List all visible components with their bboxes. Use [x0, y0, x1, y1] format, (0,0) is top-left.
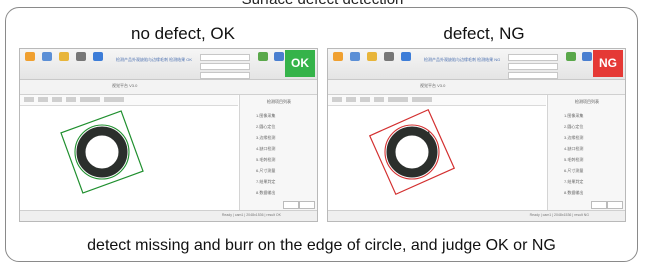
side-item[interactable]: 6.尺寸测量 — [256, 168, 275, 174]
side-item[interactable]: 3.边缘检测 — [564, 135, 583, 141]
run-icon — [384, 52, 394, 61]
chart-icon — [566, 52, 576, 61]
confirm-button[interactable] — [591, 201, 607, 209]
result-badge: OK — [285, 50, 315, 77]
report-icon — [274, 52, 284, 61]
ring-hole — [88, 138, 116, 166]
run-icon — [76, 52, 86, 61]
app-toolbar: 检测产品外观缺陷与边缘毛刺 检测结果 NG NG — [328, 49, 625, 80]
save-icon — [42, 52, 52, 61]
side-item[interactable]: 3.边缘检测 — [256, 135, 275, 141]
side-item[interactable]: 8.数据输出 — [564, 190, 583, 196]
info-line: 检测产品外观缺陷与边缘毛刺 检测结果 NG — [424, 57, 501, 62]
report-icon — [582, 52, 592, 61]
toolbar-button-run[interactable] — [382, 52, 396, 70]
outer-frame: no defect, OK 检测产品外观缺陷与边缘毛刺 检测结果 OK OK 视… — [5, 7, 638, 262]
panel-title-ng: defect, NG — [443, 24, 525, 43]
inspection-sidepanel: 检测项目列表 1.图像采集 2.圆心定位 3.边缘检测 4.缺口检测 5.毛刺检… — [547, 95, 625, 210]
app-screenshot-ok: 检测产品外观缺陷与边缘毛刺 检测结果 OK OK 视觉平台 V3.0 检测项目列… — [19, 48, 318, 222]
app-screenshot-ng: 检测产品外观缺陷与边缘毛刺 检测结果 NG NG 视觉平台 V3.0 检测项目列… — [327, 48, 626, 222]
status-bar: Ready | cam1 | 2048x1536 | result NG — [328, 210, 625, 221]
toolbar-button-report[interactable] — [272, 52, 286, 70]
side-item[interactable]: 2.圆心定位 — [256, 124, 275, 130]
chart-icon — [258, 52, 268, 61]
info-line: 检测产品外观缺陷与边缘毛刺 检测结果 OK — [116, 57, 193, 62]
gear-icon — [93, 52, 103, 61]
side-item[interactable]: 5.毛刺检测 — [564, 157, 583, 163]
save-icon — [350, 52, 360, 61]
toolbar-button-chart[interactable] — [256, 52, 270, 70]
toolbar-button-settings[interactable] — [399, 52, 413, 70]
side-item[interactable]: 8.数据输出 — [256, 190, 275, 196]
toolbar-button-save[interactable] — [348, 52, 362, 70]
caption: detect missing and burr on the edge of c… — [87, 237, 556, 254]
side-item[interactable]: 4.缺口检测 — [564, 146, 583, 152]
folder-icon — [333, 52, 343, 61]
toolbar-button-settings[interactable] — [91, 52, 105, 70]
toolbar-button-open[interactable] — [23, 52, 37, 70]
camera-icon — [367, 52, 377, 61]
inspection-image — [60, 110, 144, 194]
subbar-title: 视觉平台 V3.0 — [420, 83, 446, 88]
camera-icon — [59, 52, 69, 61]
side-header: 检测项目列表 — [267, 99, 291, 104]
ring-hole — [398, 138, 426, 166]
gear-icon — [401, 52, 411, 61]
side-item[interactable]: 7.结果判定 — [256, 179, 275, 185]
exit-button[interactable] — [299, 201, 315, 209]
confirm-button[interactable] — [283, 201, 299, 209]
side-item[interactable]: 1.图像采集 — [256, 113, 275, 119]
side-item[interactable]: 7.结果判定 — [564, 179, 583, 185]
toolbar-button-chart[interactable] — [564, 52, 578, 70]
side-item[interactable]: 5.毛刺检测 — [256, 157, 275, 163]
inspection-canvas[interactable] — [20, 106, 238, 210]
subbar-title: 视觉平台 V3.0 — [112, 83, 138, 88]
inspection-canvas[interactable] — [328, 106, 546, 210]
sub-toolbar: 视觉平台 V3.0 — [20, 80, 317, 95]
side-header: 检测项目列表 — [575, 99, 599, 104]
side-item[interactable]: 2.圆心定位 — [564, 124, 583, 130]
panel-title-ok: no defect, OK — [131, 24, 235, 43]
side-item[interactable]: 1.图像采集 — [564, 113, 583, 119]
sub-toolbar: 视觉平台 V3.0 — [328, 80, 625, 95]
status-text: Ready | cam1 | 2048x1536 | result NG — [529, 213, 589, 217]
toolbar-button-camera[interactable] — [57, 52, 71, 70]
tool-tabbar — [328, 95, 546, 106]
param-fields[interactable] — [200, 54, 250, 79]
side-item[interactable]: 6.尺寸测量 — [564, 168, 583, 174]
param-fields[interactable] — [508, 54, 558, 79]
side-item[interactable]: 4.缺口检测 — [256, 146, 275, 152]
status-bar: Ready | cam1 | 2048x1536 | result OK — [20, 210, 317, 221]
toolbar-button-save[interactable] — [40, 52, 54, 70]
toolbar-button-open[interactable] — [331, 52, 345, 70]
toolbar-button-report[interactable] — [580, 52, 594, 70]
app-toolbar: 检测产品外观缺陷与边缘毛刺 检测结果 OK OK — [20, 49, 317, 80]
inspection-sidepanel: 检测项目列表 1.图像采集 2.圆心定位 3.边缘检测 4.缺口检测 5.毛刺检… — [239, 95, 317, 210]
exit-button[interactable] — [607, 201, 623, 209]
folder-icon — [25, 52, 35, 61]
tool-tabbar — [20, 95, 238, 106]
result-badge: NG — [593, 50, 623, 77]
toolbar-button-camera[interactable] — [365, 52, 379, 70]
toolbar-button-run[interactable] — [74, 52, 88, 70]
status-text: Ready | cam1 | 2048x1536 | result OK — [221, 213, 281, 217]
inspection-image — [368, 108, 456, 196]
